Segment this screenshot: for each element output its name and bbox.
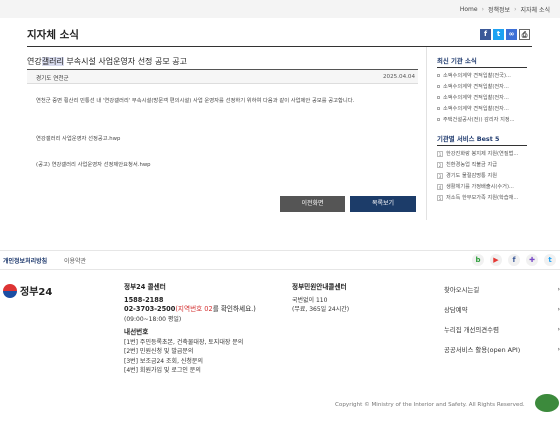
list-item[interactable]: 2 친환경농업 직불금 지급 xyxy=(437,159,527,170)
article-source: 경기도 연천군 xyxy=(36,76,69,82)
twitter-icon[interactable]: t xyxy=(493,29,504,40)
callcenter-info: 정부24 콜센터 1588-2188 02-3703-2500(지역번호 02를… xyxy=(124,283,256,374)
attachment-link[interactable]: 연강갤러리 사업운영자 선정공고.hwp xyxy=(36,134,120,142)
latest-news-list: 소액수의계약 견적입찰(전국)... 소액수의계약 견적입찰(전자... 소액수… xyxy=(437,70,527,125)
accessibility-mark-icon xyxy=(535,394,559,412)
list-item[interactable]: 3 경기도 물절감명통 지원 xyxy=(437,170,527,181)
list-item[interactable]: 주택건설공사(전)) 감리자 지정... xyxy=(437,114,527,125)
link-icon[interactable]: ∞ xyxy=(506,29,517,40)
social-links: b ▶ f ✚ t xyxy=(472,254,556,266)
kakao-icon[interactable]: ✚ xyxy=(526,254,538,266)
article-title: 연강갤러리 부속시설 사업운영자 선정 공모 공고 xyxy=(27,57,187,66)
list-item[interactable]: 소액수의계약 견적입찰(전자... xyxy=(437,92,527,103)
list-item[interactable]: 소액수의계약 견적입찰(전국)... xyxy=(437,70,527,81)
breadcrumb: Home › 정책정보 › 지자체 소식 xyxy=(459,5,550,14)
sidebar-divider xyxy=(426,47,427,220)
prev-button[interactable]: 이전화면 xyxy=(280,196,345,212)
terms-link[interactable]: 이용약관 xyxy=(64,256,86,265)
page-title: 지자체 소식 xyxy=(27,29,79,41)
footer-menu-item[interactable]: 누리집 개선의견수렴 › xyxy=(444,319,560,339)
article-body: 연천군 중면 횡산리 민통선 내 '연강갤러리' 부속시설(방문객 편의시설) … xyxy=(36,98,355,104)
latest-news-title: 최신 기관 소식 xyxy=(437,57,477,65)
best-services-title: 기관별 서비스 Best 5 xyxy=(437,135,500,143)
breadcrumb-policy[interactable]: 정책정보 xyxy=(488,5,510,14)
copyright: Copyright © Ministry of the Interior and… xyxy=(335,402,525,408)
privacy-link[interactable]: 개인정보처리방침 xyxy=(3,256,47,265)
share-toolbar: f t ∞ ⎙ xyxy=(480,29,530,40)
attachment-link[interactable]: (공고) 연강갤러리 사업운영자 선정제안요청서.hwp xyxy=(36,160,151,168)
breadcrumb-home[interactable]: Home xyxy=(460,6,478,13)
footer-menu-item[interactable]: 상담예약 › xyxy=(444,299,560,319)
facebook-icon[interactable]: f xyxy=(508,254,520,266)
breadcrumb-current: 지자체 소식 xyxy=(520,7,550,14)
article-meta-row xyxy=(27,70,418,84)
print-icon[interactable]: ⎙ xyxy=(519,29,530,40)
sidebar-rule xyxy=(437,145,527,146)
youtube-icon[interactable]: ▶ xyxy=(490,254,502,266)
list-item[interactable]: 5 저소득 한부모가족 지원(학습재... xyxy=(437,192,527,203)
list-item[interactable]: 4 생활체기를 가정배출시(수거)... xyxy=(437,181,527,192)
list-item[interactable]: 1 한강진화랑 봉지제 지원(연질법... xyxy=(437,148,527,159)
twitter-icon[interactable]: t xyxy=(544,254,556,266)
footer-menu: 찾아오시는길 › 상담예약 › 누리집 개선의견수렴 › 공공서비스 활용(open … xyxy=(444,279,560,359)
blog-icon[interactable]: b xyxy=(472,254,484,266)
list-item[interactable]: 소액수의계약 견적입찰(전자... xyxy=(437,81,527,92)
footer-menu-item[interactable]: 공공서비스 활용(open API) › xyxy=(444,339,560,359)
list-item[interactable]: 소액수의계약 견적입찰(전자... xyxy=(437,103,527,114)
complaint-center-info: 정부민원안내콜센터 국번없이 110 (무료, 365일 24시간) xyxy=(292,283,350,313)
gov24-logo: 정부24 xyxy=(3,283,52,298)
title-divider xyxy=(27,46,532,47)
best-services-list: 1 한강진화랑 봉지제 지원(연질법... 2 친환경농업 직불금 지급 3 경기도 … xyxy=(437,148,527,203)
facebook-icon[interactable]: f xyxy=(480,29,491,40)
sidebar-rule xyxy=(437,67,527,68)
article-date: 2025.04.04 xyxy=(383,74,416,80)
taegeuk-icon xyxy=(3,283,17,298)
list-button[interactable]: 목록보기 xyxy=(350,196,416,212)
footer-menu-item[interactable]: 찾아오시는길 › xyxy=(444,279,560,299)
